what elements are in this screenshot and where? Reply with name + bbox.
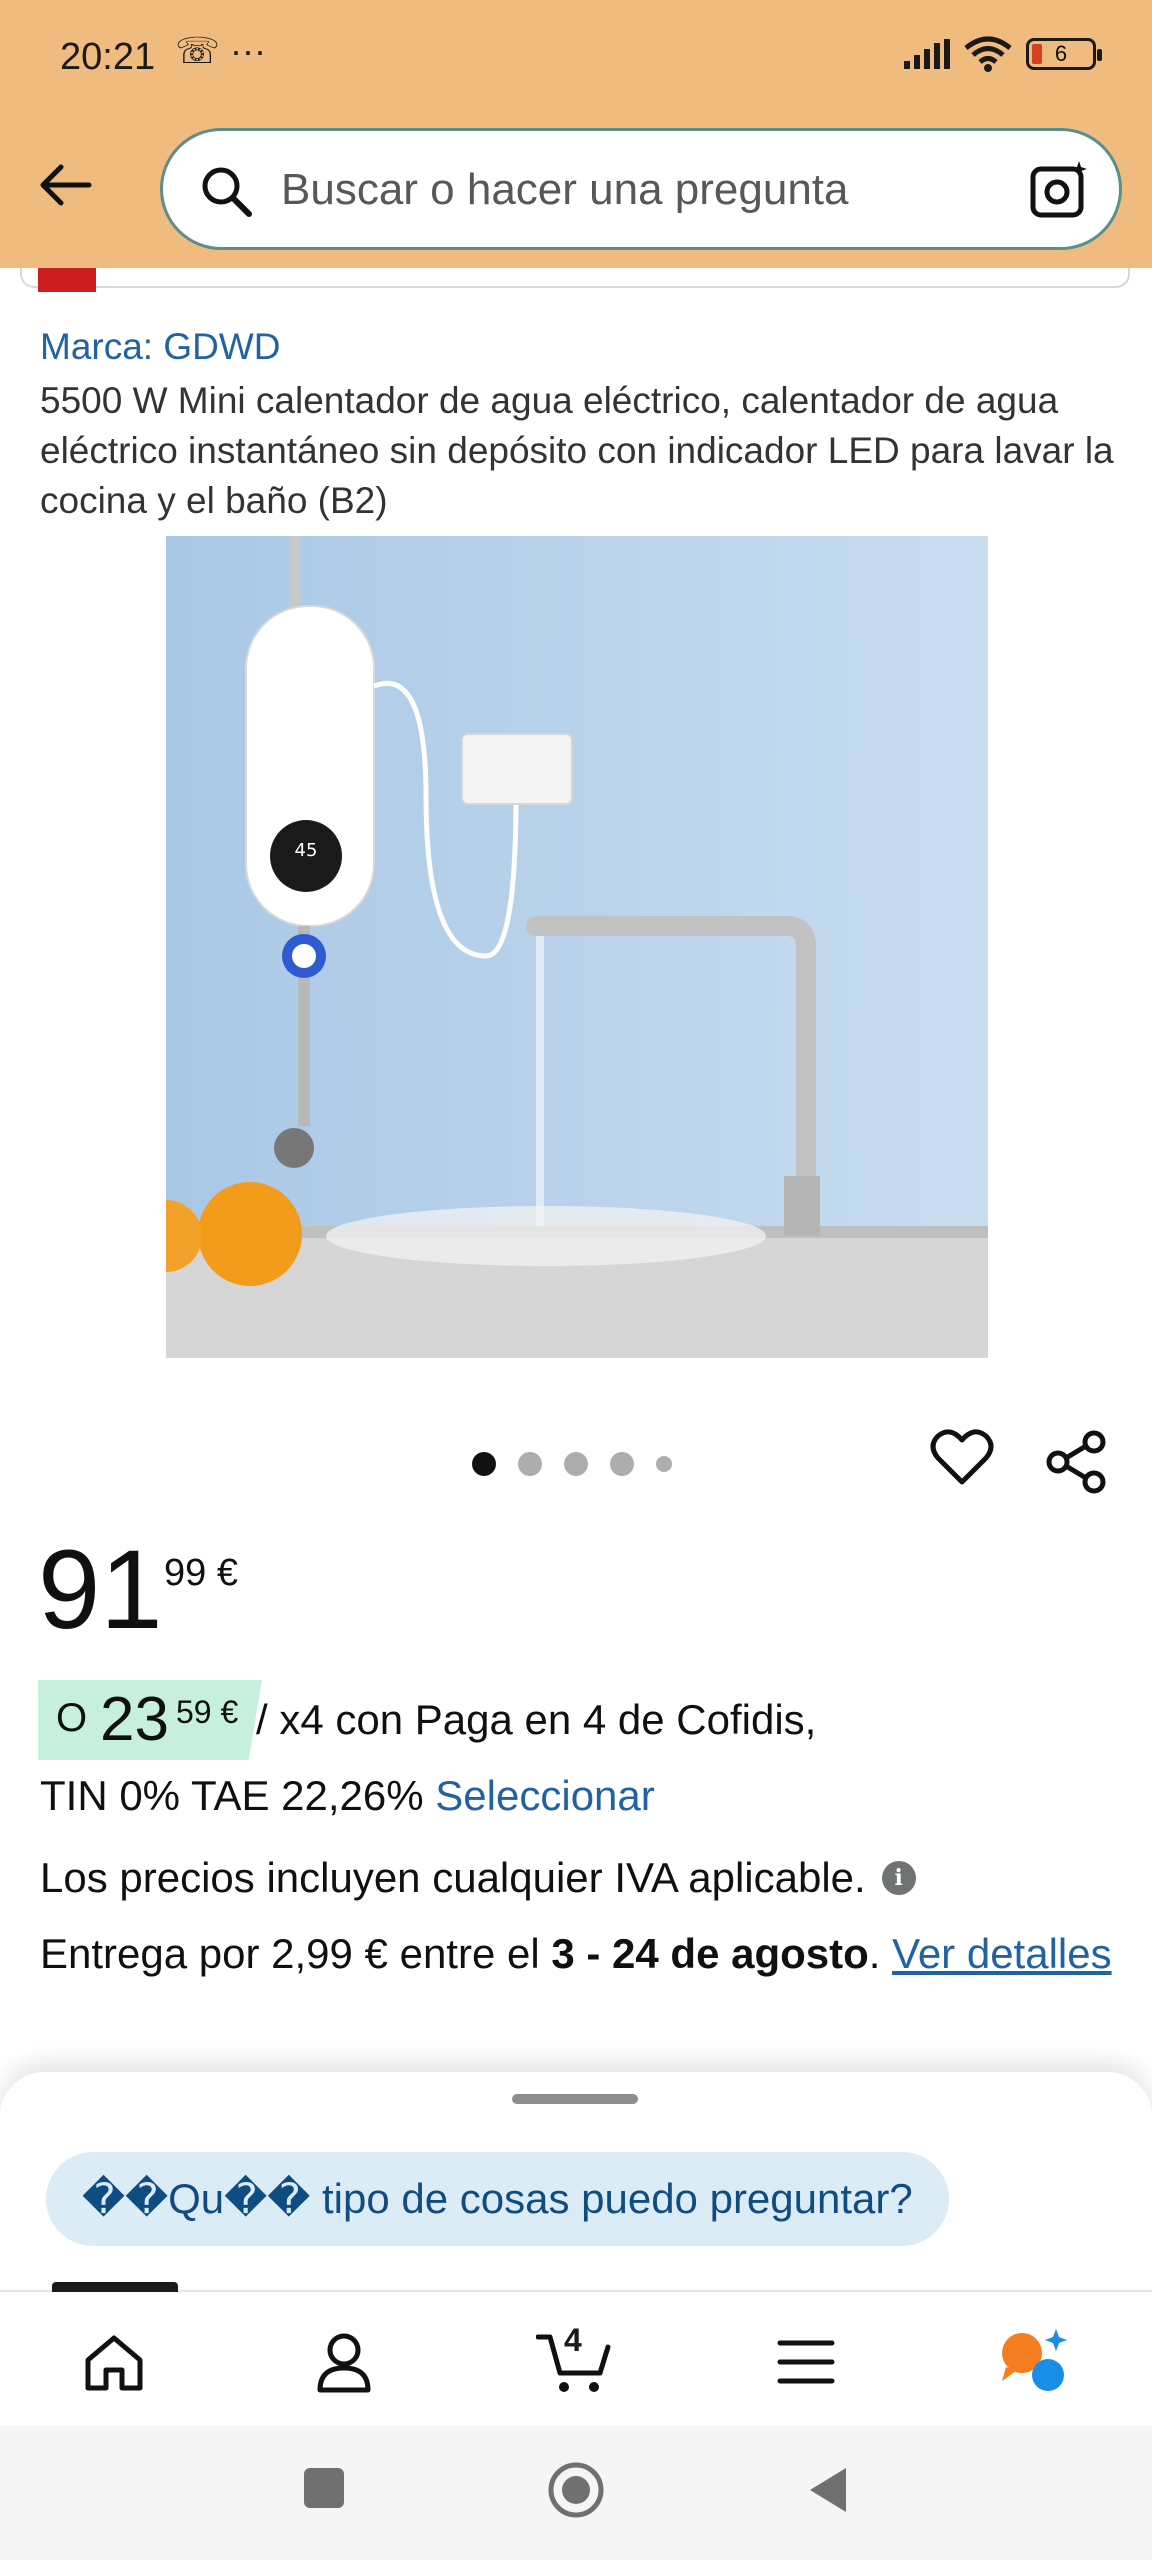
heart-icon <box>930 1429 994 1485</box>
info-icon[interactable]: i <box>881 1861 916 1895</box>
product-image[interactable]: 45 <box>166 536 988 1358</box>
installment-text: / x4 con Paga en 4 de Cofidis, <box>256 1696 817 1743</box>
installment-price-fraction: 59 € <box>176 1694 239 1730</box>
nav-menu[interactable] <box>766 2322 846 2402</box>
search-placeholder: Buscar o hacer una pregunta <box>281 165 849 214</box>
sheet-drag-handle[interactable] <box>512 2094 638 2104</box>
recents-icon[interactable] <box>302 2466 346 2510</box>
installment-prefix: O <box>56 1696 88 1740</box>
delivery-dates: 3 - 24 de agosto <box>551 1930 869 1977</box>
nav-active-indicator <box>52 2282 178 2292</box>
status-time: 20:21 <box>60 36 156 78</box>
carousel-dot[interactable] <box>518 1452 542 1476</box>
price-whole: 91 <box>38 1527 163 1652</box>
share-icon <box>1046 1430 1106 1494</box>
back-button[interactable] <box>30 150 100 220</box>
cart-count: 4 <box>564 2322 582 2358</box>
product-title: 5500 W Mini calentador de agua eléctrico… <box>40 380 1114 521</box>
carousel-dot[interactable] <box>656 1456 672 1472</box>
wifi-icon <box>964 36 1012 72</box>
system-navigation-bar <box>0 2426 1152 2560</box>
bottom-navigation: 4 <box>0 2282 1152 2426</box>
battery-level: 6 <box>1054 41 1068 66</box>
vat-note: Los precios incluyen cualquier IVA aplic… <box>40 1854 916 1902</box>
status-right-icons: 6 <box>902 36 1102 72</box>
rufus-icon <box>1002 2329 1067 2391</box>
nav-cart[interactable]: 4 <box>534 2322 614 2402</box>
carousel-dot-active[interactable] <box>472 1452 496 1476</box>
financing-terms: TIN 0% TAE 22,26% Seleccionar <box>40 1772 655 1820</box>
heater-display: 45 <box>295 840 318 861</box>
back-triangle-icon[interactable] <box>806 2466 850 2514</box>
nav-assistant[interactable] <box>996 2322 1076 2402</box>
camera-search-icon[interactable] <box>1029 159 1091 221</box>
app-header: 20:21 ☏ ··· 6 Buscar o hacer una pregunt… <box>0 0 1152 268</box>
price-fraction: 99 € <box>164 1552 238 1594</box>
battery-icon: 6 <box>1026 38 1102 70</box>
delivery-details-link[interactable]: Ver detalles <box>892 1930 1111 1977</box>
wishlist-button[interactable] <box>930 1428 994 1493</box>
nav-account[interactable] <box>304 2322 384 2402</box>
status-notification-icons: ☏ ··· <box>175 30 266 71</box>
menu-icon <box>777 2340 835 2384</box>
brand-link[interactable]: Marca: GDWD <box>40 326 281 368</box>
vat-text: Los precios incluyen cualquier IVA aplic… <box>40 1854 866 1901</box>
financing-rate: TIN 0% TAE 22,26% <box>40 1772 424 1819</box>
carousel-dot[interactable] <box>610 1452 634 1476</box>
search-icon <box>202 167 252 217</box>
nav-home[interactable] <box>74 2322 154 2402</box>
home-circle-icon[interactable] <box>546 2460 606 2520</box>
carousel-dot[interactable] <box>564 1452 588 1476</box>
image-carousel-dots[interactable] <box>472 1452 672 1476</box>
delivery-prefix: Entrega por 2,99 € entre el <box>40 1930 540 1977</box>
arrow-left-icon <box>40 164 92 206</box>
home-icon <box>85 2335 143 2391</box>
signal-icon <box>904 39 950 69</box>
share-button[interactable] <box>1044 1430 1108 1499</box>
assistant-suggestion-chip[interactable]: ��Qu�� tipo de cosas puedo preguntar? <box>46 2152 949 2246</box>
delivery-info: Entrega por 2,99 € entre el 3 - 24 de ag… <box>40 1926 1120 1982</box>
search-input[interactable]: Buscar o hacer una pregunta <box>160 128 1122 250</box>
account-icon <box>317 2333 371 2393</box>
delivery-suffix: . <box>868 1930 881 1977</box>
select-financing-link[interactable]: Seleccionar <box>435 1772 654 1819</box>
installment-price-whole: 23 <box>100 1685 169 1754</box>
